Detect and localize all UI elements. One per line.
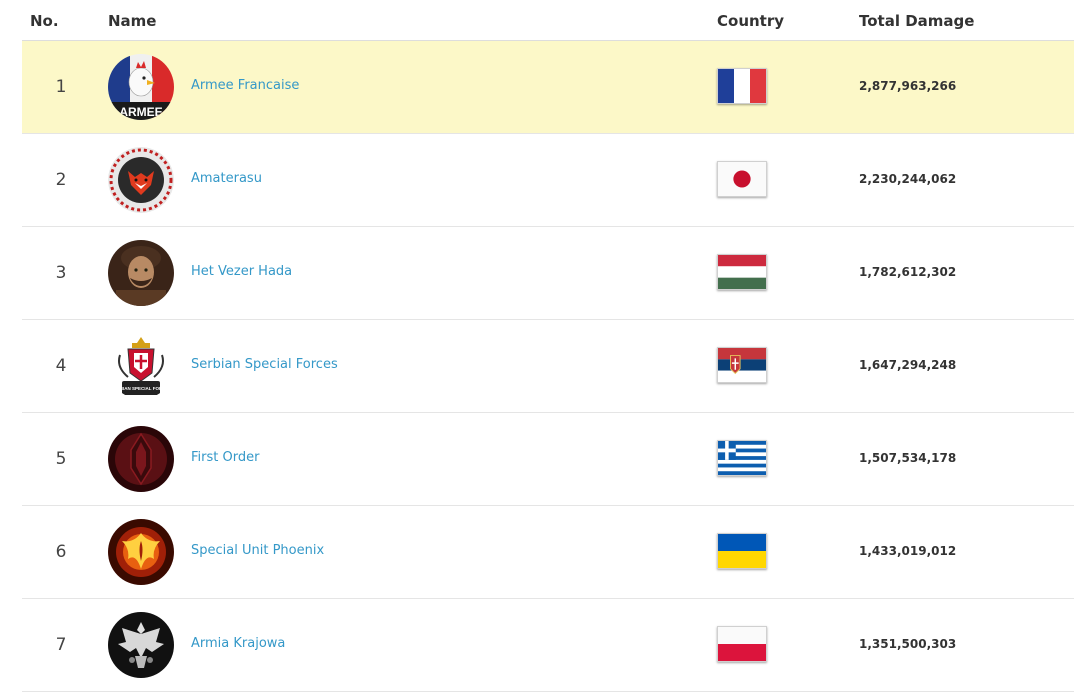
greece-flag-icon xyxy=(717,440,767,476)
armee-francaise-logo[interactable]: ARMEE xyxy=(108,54,174,120)
total-damage-value: 1,433,019,012 xyxy=(859,544,957,558)
armee-logo-text: ARMEE xyxy=(119,105,162,119)
header-no: No. xyxy=(30,12,59,30)
team-name-link[interactable]: Het Vezer Hada xyxy=(191,264,292,279)
amaterasu-logo[interactable] xyxy=(108,147,174,213)
total-damage-value: 2,230,244,062 xyxy=(859,172,957,186)
table-row: 4 SERBIAN SPECIAL FORCES Serbian Special… xyxy=(22,320,1074,413)
damage-ranking-table: No. Name Country Total Damage 1 ARMEE Ar… xyxy=(22,0,1074,692)
table-row: 2 Amaterasu 2,230,244,062 xyxy=(22,134,1074,227)
header-country: Country xyxy=(717,12,785,30)
header-name: Name xyxy=(108,12,157,30)
ukraine-flag-icon xyxy=(717,533,767,569)
table-row: 7 Armia Krajowa 1,351,500,303 xyxy=(22,599,1074,692)
team-name-link[interactable]: Special Unit Phoenix xyxy=(191,543,324,558)
table-row: 6 Special Unit Phoenix 1,433,019,012 xyxy=(22,506,1074,599)
team-name-link[interactable]: First Order xyxy=(191,450,259,465)
table-header: No. Name Country Total Damage xyxy=(22,0,1074,41)
rank-number: 1 xyxy=(55,77,67,97)
total-damage-value: 1,351,500,303 xyxy=(859,637,957,651)
rank-number: 5 xyxy=(55,449,67,469)
table-row: 1 ARMEE Armee Francaise 2,877,963,266 xyxy=(22,41,1074,134)
rank-number: 3 xyxy=(55,263,67,283)
poland-flag-icon xyxy=(717,626,767,662)
team-name-link[interactable]: Armee Francaise xyxy=(191,78,299,93)
serbia-flag-icon xyxy=(717,347,767,383)
table-row: 5 First Order 1,507,534,178 xyxy=(22,413,1074,506)
header-total-damage: Total Damage xyxy=(859,12,975,30)
first-order-logo[interactable] xyxy=(108,426,174,492)
total-damage-value: 1,647,294,248 xyxy=(859,358,957,372)
team-name-link[interactable]: Armia Krajowa xyxy=(191,636,285,651)
total-damage-value: 1,507,534,178 xyxy=(859,451,957,465)
special-unit-phoenix-logo[interactable] xyxy=(108,519,174,585)
total-damage-value: 2,877,963,266 xyxy=(859,79,957,93)
table-row: 3 Het Vezer Hada 1,782,612,302 xyxy=(22,227,1074,320)
france-flag-icon xyxy=(717,68,767,104)
team-name-link[interactable]: Serbian Special Forces xyxy=(191,357,338,372)
rank-number: 6 xyxy=(55,542,67,562)
rank-number: 4 xyxy=(55,356,67,376)
hungary-flag-icon xyxy=(717,254,767,290)
serbian-logo-text: SERBIAN SPECIAL FORCES xyxy=(111,386,172,391)
rank-number: 2 xyxy=(55,170,67,190)
het-vezer-hada-logo[interactable] xyxy=(108,240,174,306)
japan-flag-icon xyxy=(717,161,767,197)
total-damage-value: 1,782,612,302 xyxy=(859,265,957,279)
rank-number: 7 xyxy=(55,635,67,655)
serbian-special-forces-logo[interactable]: SERBIAN SPECIAL FORCES xyxy=(108,333,174,399)
armia-krajowa-logo[interactable] xyxy=(108,612,174,678)
team-name-link[interactable]: Amaterasu xyxy=(191,171,262,186)
